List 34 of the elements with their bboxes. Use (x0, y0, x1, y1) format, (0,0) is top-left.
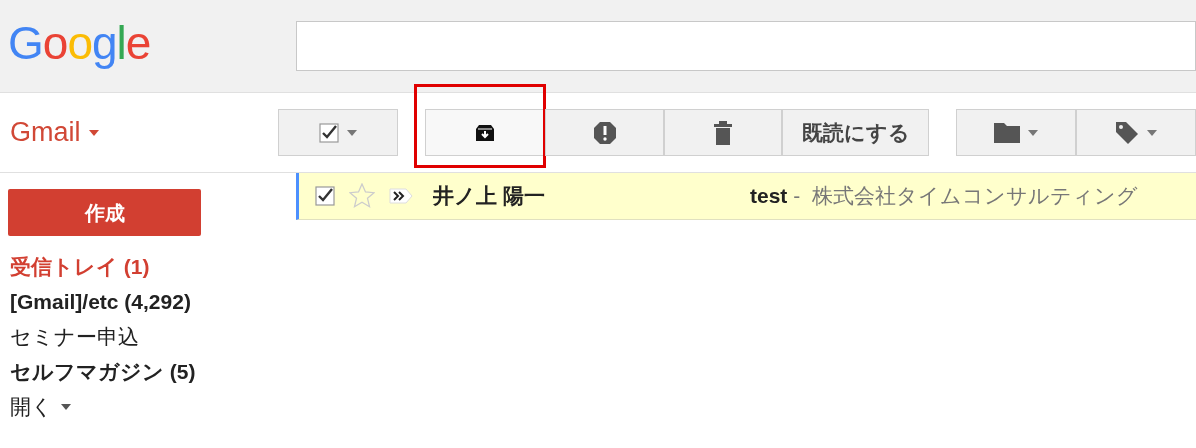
delete-button[interactable] (664, 109, 782, 156)
caret-icon (88, 129, 99, 136)
exclamation-octagon-icon (592, 120, 617, 145)
move-to-button[interactable] (956, 109, 1076, 156)
sender-name: 井ノ上 陽一 (433, 183, 546, 210)
labels-button[interactable] (1076, 109, 1196, 156)
caret-icon (347, 129, 357, 136)
folder-link[interactable]: [Gmail]/etc (4,292) (10, 289, 296, 314)
tag-icon (1115, 120, 1139, 145)
caret-icon (1147, 129, 1157, 136)
message-subject: test (750, 183, 788, 210)
compose-button[interactable]: 作成 (8, 189, 201, 236)
search-field[interactable] (296, 21, 1196, 71)
more-link[interactable]: 開く (10, 394, 296, 419)
importance-marker-icon[interactable] (389, 188, 413, 204)
folder-link[interactable]: セミナー申込 (10, 324, 296, 349)
caret-icon (61, 403, 71, 410)
star-icon[interactable] (349, 183, 375, 209)
folder-link[interactable]: 受信トレイ (1) (10, 254, 296, 279)
folder-icon (994, 122, 1020, 143)
caret-icon (1028, 129, 1038, 136)
archive-box-icon (476, 124, 494, 141)
message-snippet: 株式会社タイムコンサルティング (812, 183, 1139, 210)
message-row[interactable]: 井ノ上 陽一 test - 株式会社タイムコンサルティング (296, 173, 1196, 220)
folder-link[interactable]: セルフマガジン (5) (10, 359, 296, 384)
report-spam-button[interactable] (545, 109, 664, 156)
checked-checkbox[interactable] (319, 122, 339, 143)
checked-checkbox[interactable] (315, 186, 335, 206)
mark-as-read-button[interactable]: 既読にする (782, 109, 929, 156)
app-menu[interactable]: Gmail (0, 112, 278, 153)
separator-text: - (793, 183, 801, 210)
logo: Google (7, 20, 152, 71)
archive-button[interactable] (425, 109, 545, 156)
trash-icon (714, 120, 732, 145)
